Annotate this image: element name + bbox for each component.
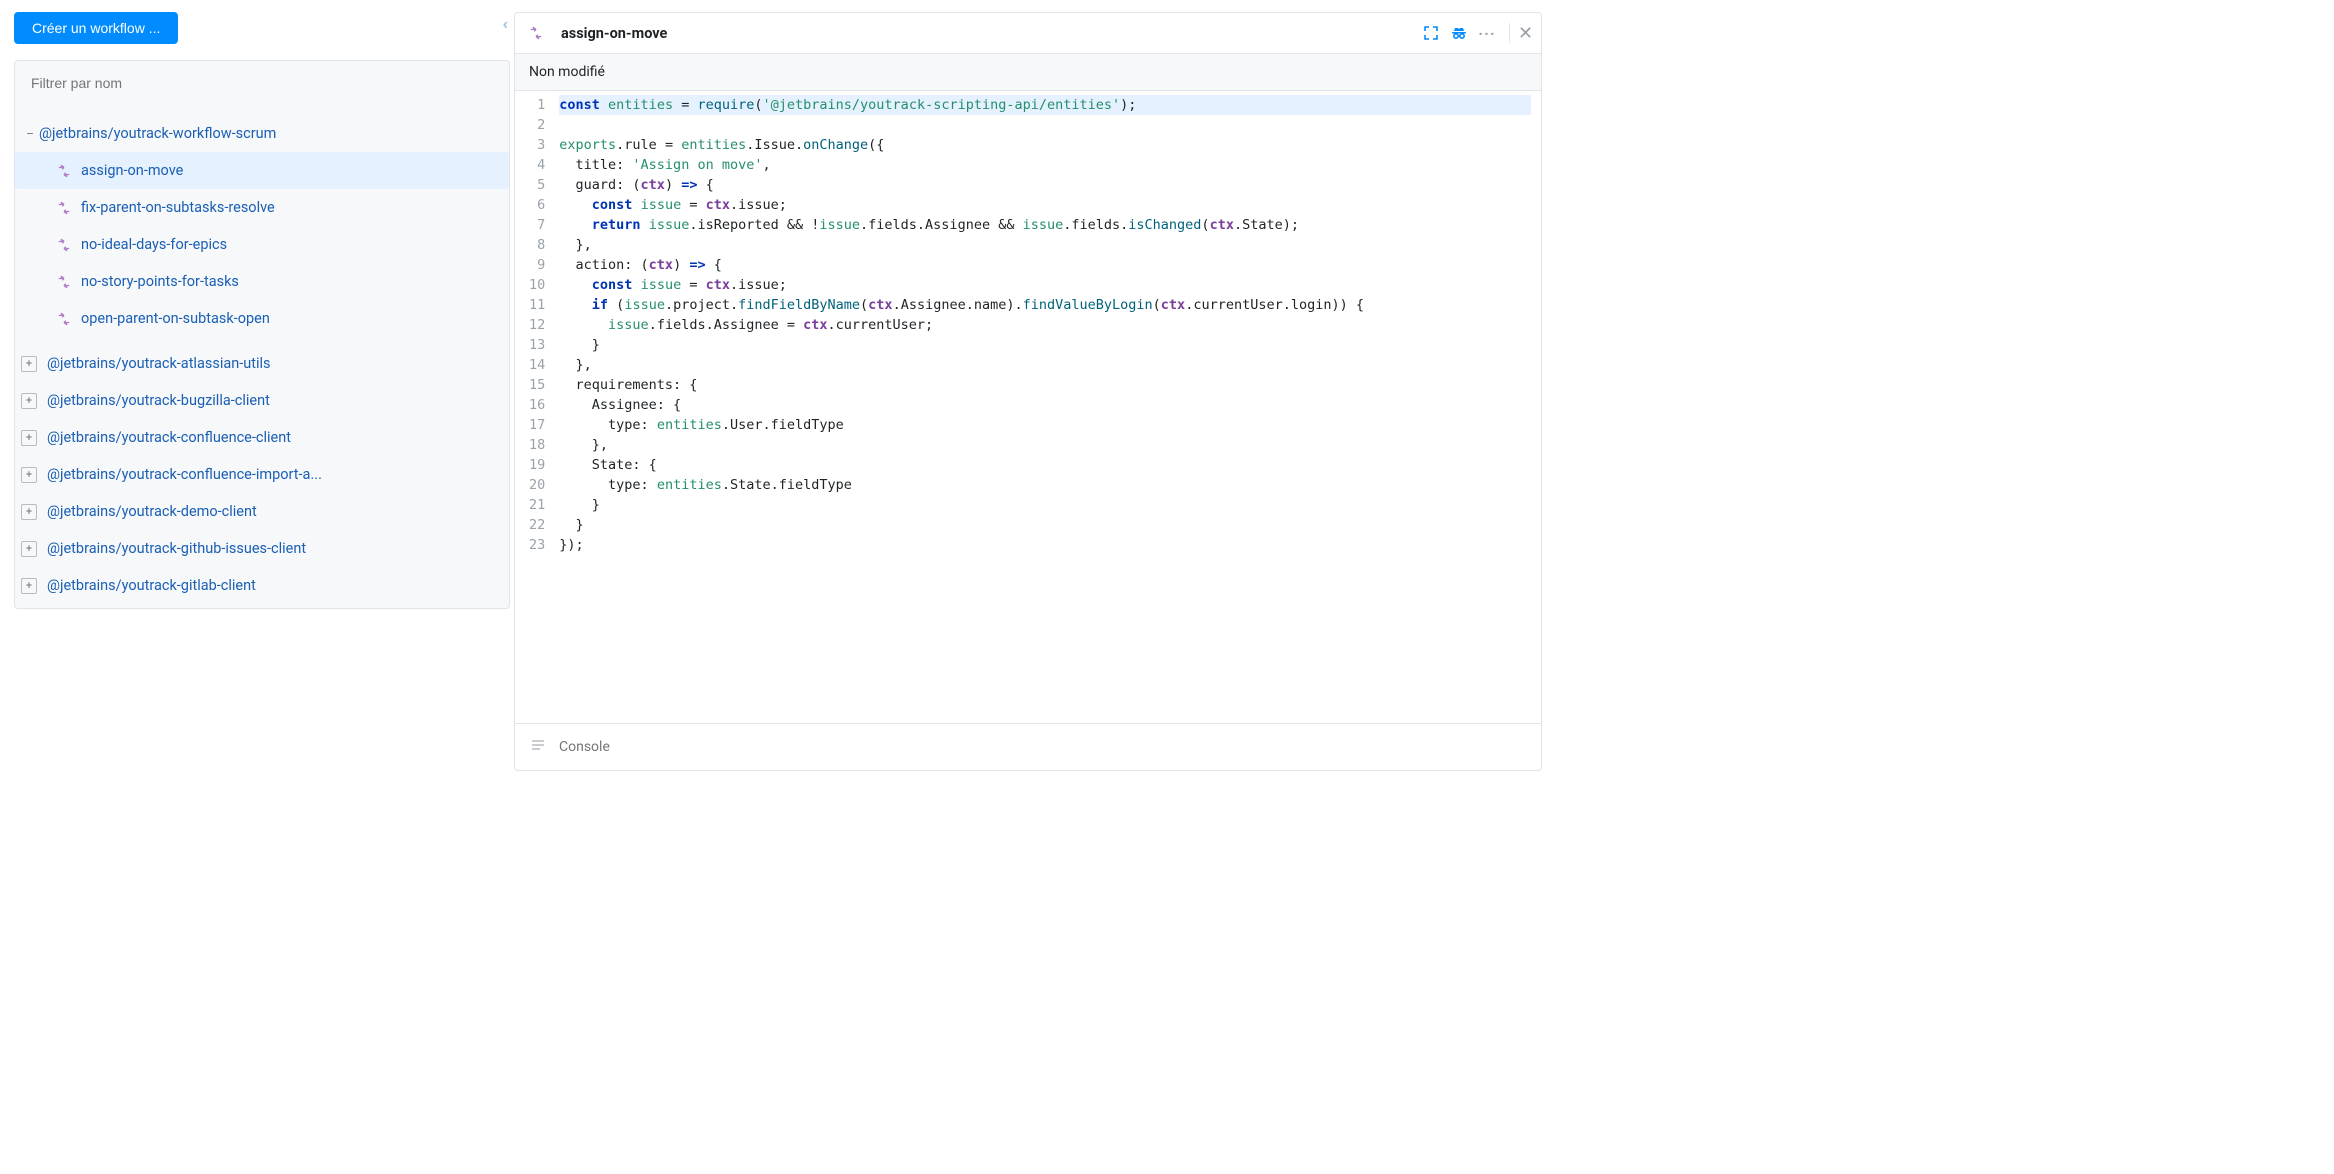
expand-icon: + bbox=[21, 541, 37, 557]
workflow-group-label: @jetbrains/youtrack-confluence-client bbox=[47, 429, 291, 446]
console-icon bbox=[531, 738, 545, 756]
rule-label: fix-parent-on-subtasks-resolve bbox=[81, 199, 275, 216]
console-label: Console bbox=[559, 739, 610, 755]
collapse-sidebar-icon[interactable]: ‹‹ bbox=[502, 14, 504, 33]
expand-icon: + bbox=[21, 578, 37, 594]
rule-label: assign-on-move bbox=[81, 162, 183, 179]
workflow-group-label: @jetbrains/youtrack-github-issues-client bbox=[47, 540, 306, 557]
editor-panel: assign-on-move ··· ✕ Non modifié 1234567… bbox=[514, 12, 1542, 771]
workflow-group-collapsed[interactable]: + @jetbrains/youtrack-demo-client bbox=[15, 493, 509, 530]
more-icon[interactable]: ··· bbox=[1477, 23, 1497, 43]
rule-type-icon bbox=[55, 312, 73, 326]
collapse-icon: – bbox=[21, 127, 39, 141]
console-bar[interactable]: Console bbox=[515, 723, 1541, 770]
workflow-group-label: @jetbrains/youtrack-bugzilla-client bbox=[47, 392, 270, 409]
workflow-group-label: @jetbrains/youtrack-gitlab-client bbox=[47, 577, 256, 594]
editor-header: assign-on-move ··· ✕ bbox=[515, 13, 1541, 54]
rule-type-icon bbox=[527, 26, 545, 40]
workflow-group-label: @jetbrains/youtrack-workflow-scrum bbox=[39, 125, 276, 142]
workflow-group-collapsed[interactable]: + @jetbrains/youtrack-confluence-import-a… bbox=[15, 456, 509, 493]
workflow-group-label: @jetbrains/youtrack-demo-client bbox=[47, 503, 257, 520]
rule-item[interactable]: assign-on-move bbox=[15, 152, 509, 189]
editor-status: Non modifié bbox=[515, 54, 1541, 91]
workflow-group-collapsed[interactable]: + @jetbrains/youtrack-gitlab-client bbox=[15, 567, 509, 604]
rule-item[interactable]: open-parent-on-subtask-open bbox=[15, 300, 509, 337]
expand-icon: + bbox=[21, 504, 37, 520]
workflow-group-collapsed[interactable]: + @jetbrains/youtrack-atlassian-utils bbox=[15, 345, 509, 382]
incognito-icon[interactable] bbox=[1449, 23, 1469, 43]
rule-type-icon bbox=[55, 275, 73, 289]
workflow-group-expanded[interactable]: – @jetbrains/youtrack-workflow-scrum bbox=[15, 115, 509, 152]
workflow-group-collapsed[interactable]: + @jetbrains/youtrack-github-issues-clien… bbox=[15, 530, 509, 567]
expand-icon: + bbox=[21, 430, 37, 446]
code-content[interactable]: const entities = require('@jetbrains/you… bbox=[553, 91, 1541, 723]
rule-item[interactable]: no-story-points-for-tasks bbox=[15, 263, 509, 300]
fullscreen-icon[interactable] bbox=[1421, 23, 1441, 43]
filter-input[interactable] bbox=[15, 61, 509, 105]
create-workflow-button[interactable]: Créer un workflow ... bbox=[14, 12, 178, 44]
workflow-tree: – @jetbrains/youtrack-workflow-scrum ass… bbox=[15, 105, 509, 608]
workflow-group-label: @jetbrains/youtrack-atlassian-utils bbox=[47, 355, 271, 372]
workflow-list-panel: – @jetbrains/youtrack-workflow-scrum ass… bbox=[14, 60, 510, 609]
rule-label: no-story-points-for-tasks bbox=[81, 273, 239, 290]
expand-icon: + bbox=[21, 393, 37, 409]
line-gutter: 1234567891011121314151617181920212223 bbox=[515, 91, 553, 723]
workflow-group-label: @jetbrains/youtrack-confluence-import-a.… bbox=[47, 466, 322, 483]
rule-item[interactable]: fix-parent-on-subtasks-resolve bbox=[15, 189, 509, 226]
expand-icon: + bbox=[21, 356, 37, 372]
close-icon[interactable]: ✕ bbox=[1509, 23, 1529, 43]
editor-title: assign-on-move bbox=[561, 25, 1413, 42]
rule-type-icon bbox=[55, 238, 73, 252]
rule-label: open-parent-on-subtask-open bbox=[81, 310, 270, 327]
expand-icon: + bbox=[21, 467, 37, 483]
rule-item[interactable]: no-ideal-days-for-epics bbox=[15, 226, 509, 263]
workflow-group-collapsed[interactable]: + @jetbrains/youtrack-confluence-client bbox=[15, 419, 509, 456]
workflow-group-collapsed[interactable]: + @jetbrains/youtrack-bugzilla-client bbox=[15, 382, 509, 419]
rule-type-icon bbox=[55, 164, 73, 178]
code-editor[interactable]: 1234567891011121314151617181920212223 co… bbox=[515, 91, 1541, 723]
rule-type-icon bbox=[55, 201, 73, 215]
rule-label: no-ideal-days-for-epics bbox=[81, 236, 227, 253]
